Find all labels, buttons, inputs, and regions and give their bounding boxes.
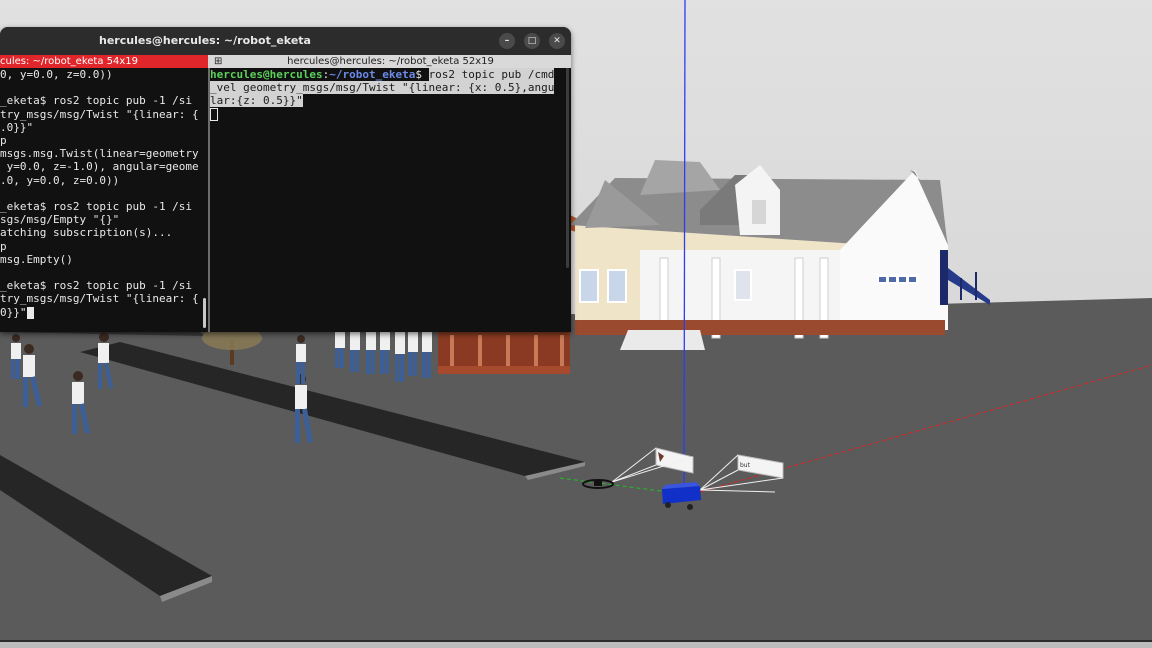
terminal-line: _eketa$ ros2 topic pub -1 /si <box>0 94 193 108</box>
terminal-tab-bar: cules: ~/robot_eketa 54x19 ⊞ hercules@he… <box>0 55 571 68</box>
tab-right-terminal[interactable]: ⊞ hercules@hercules: ~/robot_eketa 52x19 <box>210 55 571 68</box>
title-bar[interactable]: hercules@hercules: ~/robot_eketa – □ ✕ <box>0 27 571 55</box>
command-line-3: lar:{z: 0.5}}" <box>210 94 303 108</box>
command-line-2: _vel geometry_msgs/msg/Twist "{linear: {… <box>210 81 555 95</box>
terminal-line: .0}}" <box>0 120 34 134</box>
scrollbar[interactable] <box>566 68 569 268</box>
prompt-dollar: $ <box>415 68 429 81</box>
terminal-line: y=0.0, z=-1.0), angular=geome <box>0 160 199 174</box>
terminal-pane-right[interactable]: hercules@hercules:~/robot_eketa$ ros2 to… <box>210 68 571 332</box>
prompt-user: hercules@hercules <box>210 68 323 81</box>
house-model <box>570 160 990 350</box>
tab-right-label: hercules@hercules: ~/robot_eketa 52x19 <box>287 56 494 67</box>
command-text: ros2 topic pub /cmd <box>428 68 555 81</box>
close-icon[interactable]: ✕ <box>549 33 565 49</box>
terminal-cursor <box>27 306 34 319</box>
terminal-pane-left[interactable]: 0, y=0.0, z=0.0)) _eketa$ ros2 topic pub … <box>0 68 208 332</box>
terminal-line: _eketa$ ros2 topic pub -1 /si <box>0 279 193 293</box>
command-text: lar:{z: 0.5}}" <box>210 94 303 108</box>
tab-left-label: cules: ~/robot_eketa 54x19 <box>0 56 139 67</box>
terminal-line: p <box>0 239 7 253</box>
terminal-line: 0}}" <box>0 305 27 319</box>
split-terminal-icon[interactable]: ⊞ <box>214 55 222 68</box>
window-title: hercules@hercules: ~/robot_eketa <box>99 34 311 47</box>
terminal-line: msg.Empty() <box>0 252 73 266</box>
terminal-line: msgs.msg.Twist(linear=geometry <box>0 147 199 161</box>
tab-left-terminal[interactable]: cules: ~/robot_eketa 54x19 <box>0 55 208 68</box>
command-text: _vel geometry_msgs/msg/Twist "{linear: {… <box>210 81 555 95</box>
terminal-line: _eketa$ ros2 topic pub -1 /si <box>0 200 193 213</box>
maximize-icon[interactable]: □ <box>524 33 540 49</box>
terminal-window[interactable]: hercules@hercules: ~/robot_eketa – □ ✕ c… <box>0 27 571 332</box>
terminal-line: 0, y=0.0, z=0.0)) <box>0 68 113 81</box>
terminal-line: .0, y=0.0, z=0.0)) <box>0 173 120 187</box>
command-line-1: hercules@hercules:~/robot_eketa$ ros2 to… <box>210 68 555 81</box>
terminal-line: try_msgs/msg/Twist "{linear: { <box>0 107 199 121</box>
terminal-line: try_msgs/msg/Twist "{linear: { <box>0 292 199 306</box>
terminal-line: sgs/msg/Empty "{}" <box>0 213 120 227</box>
minimize-icon[interactable]: – <box>499 33 515 49</box>
terminal-cursor <box>210 107 218 122</box>
scrollbar[interactable] <box>203 298 206 328</box>
svg-text:but: but <box>740 462 751 469</box>
terminal-line: p <box>0 134 7 147</box>
terminal-line: atching subscription(s)... <box>0 226 173 240</box>
prompt-path: ~/robot_eketa <box>329 68 416 81</box>
viewport-bottom-bar <box>0 642 1152 648</box>
